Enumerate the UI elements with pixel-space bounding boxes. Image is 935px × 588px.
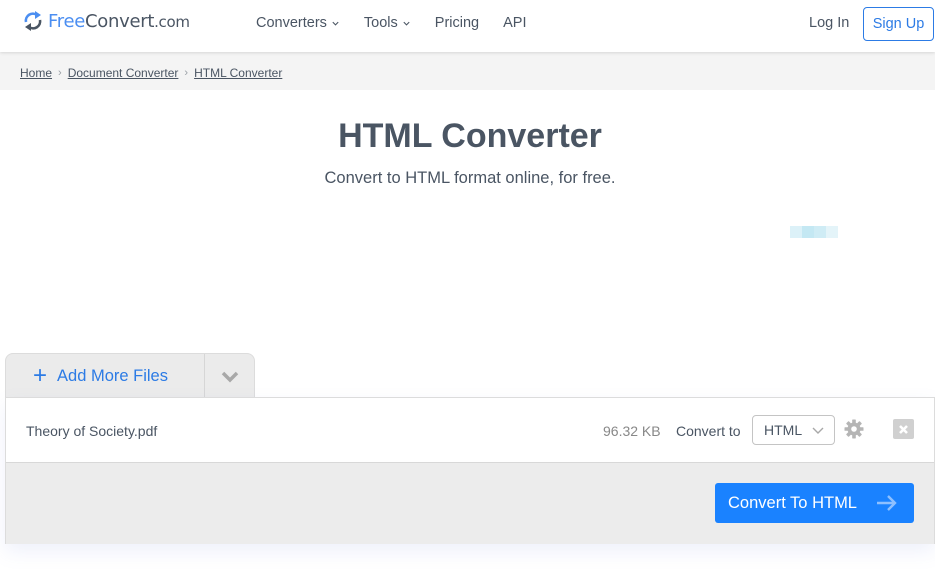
breadcrumb-home[interactable]: Home bbox=[20, 66, 52, 80]
output-format-value: HTML bbox=[764, 422, 803, 438]
add-more-files-label: Add More Files bbox=[57, 367, 168, 385]
nav-tools[interactable]: Tools bbox=[364, 15, 411, 31]
nav-api[interactable]: API bbox=[503, 15, 526, 31]
site-header: FreeConvert.com Converters Tools Pricing… bbox=[0, 0, 935, 52]
nav-converters-label: Converters bbox=[256, 15, 327, 31]
plus-icon: + bbox=[33, 361, 48, 389]
breadcrumb: Home › Document Converter › HTML Convert… bbox=[20, 66, 282, 80]
gear-icon[interactable] bbox=[844, 419, 864, 439]
page-subtitle: Convert to HTML format online, for free. bbox=[324, 169, 616, 187]
arrow-right-icon bbox=[877, 495, 897, 511]
logo-text-com: .com bbox=[154, 12, 190, 31]
chevron-down-icon bbox=[221, 371, 238, 382]
nav-api-label: API bbox=[503, 15, 527, 31]
main-nav: Converters Tools Pricing API bbox=[256, 15, 550, 31]
upload-tabs: + Add More Files bbox=[5, 353, 255, 399]
convert-button[interactable]: Convert To HTML bbox=[715, 483, 914, 523]
page-title: HTML Converter bbox=[338, 117, 602, 155]
nav-converters[interactable]: Converters bbox=[256, 15, 340, 31]
sync-logo-icon bbox=[24, 11, 42, 31]
nav-tools-label: Tools bbox=[363, 15, 398, 31]
breadcrumb-separator-icon: › bbox=[184, 67, 189, 79]
file-name: Theory of Society.pdf bbox=[26, 423, 158, 439]
output-format-select[interactable]: HTML bbox=[752, 415, 835, 445]
file-row: Theory of Society.pdf 96.32 KB Convert t… bbox=[6, 398, 934, 463]
nav-pricing[interactable]: Pricing bbox=[435, 15, 479, 31]
chevron-down-icon bbox=[812, 427, 824, 434]
chevron-down-icon bbox=[332, 21, 339, 26]
convert-button-label: Convert To HTML bbox=[728, 493, 857, 512]
add-files-dropdown-toggle[interactable] bbox=[205, 354, 254, 399]
file-list-panel: Theory of Society.pdf 96.32 KB Convert t… bbox=[5, 397, 935, 544]
close-icon bbox=[899, 424, 908, 434]
breadcrumb-separator-icon: › bbox=[58, 67, 62, 79]
ad-placeholder bbox=[790, 226, 838, 238]
nav-pricing-label: Pricing bbox=[434, 15, 480, 31]
signup-button[interactable]: Sign Up bbox=[863, 7, 934, 41]
breadcrumb-html-converter[interactable]: HTML Converter bbox=[194, 66, 282, 80]
add-more-files-button[interactable]: + Add More Files bbox=[6, 354, 205, 399]
convert-to-label: Convert to bbox=[676, 423, 741, 439]
logo-text-convert: Convert bbox=[85, 10, 155, 32]
convert-action-bar: Convert To HTML bbox=[6, 463, 934, 544]
breadcrumb-document-converter[interactable]: Document Converter bbox=[68, 66, 179, 80]
file-size: 96.32 KB bbox=[603, 423, 661, 439]
login-link[interactable]: Log In bbox=[809, 15, 849, 31]
remove-file-button[interactable] bbox=[893, 419, 914, 439]
chevron-down-icon bbox=[403, 21, 410, 26]
logo-text-free: Free bbox=[48, 10, 85, 32]
logo[interactable]: FreeConvert.com bbox=[22, 9, 190, 33]
logo-text: FreeConvert.com bbox=[48, 11, 190, 32]
breadcrumb-bar: Home › Document Converter › HTML Convert… bbox=[0, 52, 935, 90]
